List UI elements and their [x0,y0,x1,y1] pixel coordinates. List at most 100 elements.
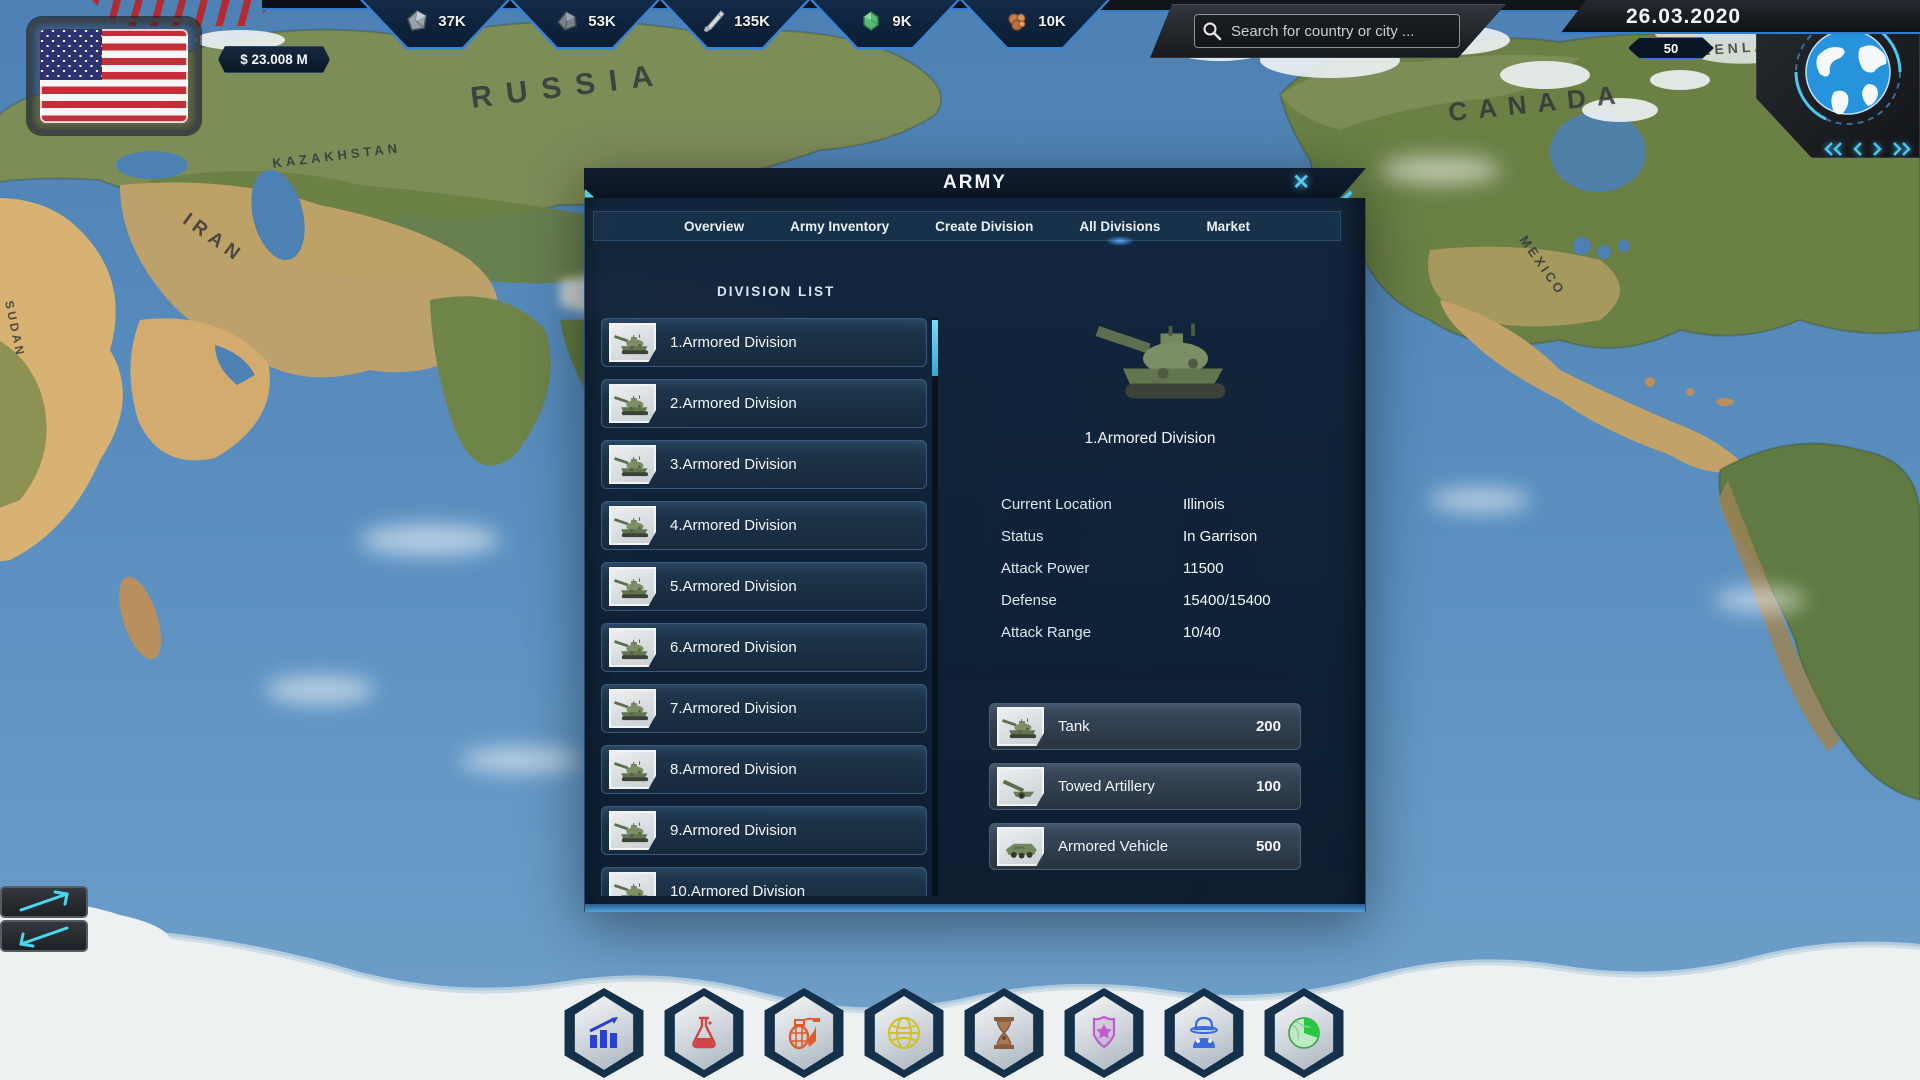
money-badge[interactable]: $ 23.008 M [218,46,330,73]
stat-row: Defense 15400/15400 [1001,592,1341,609]
division-list-item[interactable]: 3.Armored Division [601,440,927,489]
resource-missiles[interactable]: 135K [660,0,810,50]
division-item-label: 2.Armored Division [670,395,797,412]
bar-chart-icon [582,1011,626,1055]
division-stats: Current Location Illinois Status In Garr… [1001,496,1341,656]
tab-market[interactable]: Market [1204,215,1252,238]
division-item-label: 4.Armored Division [670,517,797,534]
zoom-out-button[interactable] [0,920,88,952]
division-unit-list: Tank 200 Towed Artillery 100 Armored Veh… [989,703,1301,883]
resource-emerald[interactable]: 9K [810,0,960,50]
tank-icon [609,628,656,667]
towed-artillery-icon [997,767,1044,806]
stat-value: Illinois [1183,496,1225,513]
resource-copper[interactable]: 10K [960,0,1110,50]
spy-hat-icon [1182,1011,1226,1055]
forward-button[interactable] [1871,141,1884,157]
division-item-label: 1.Armored Division [670,334,797,351]
division-list-item[interactable]: 6.Armored Division [601,623,927,672]
division-item-label: 7.Armored Division [670,700,797,717]
army-window-body: Overview Army Inventory Create Division … [584,198,1366,912]
unit-row-tank[interactable]: Tank 200 [989,703,1301,750]
stat-label: Defense [1001,592,1183,609]
zoom-in-button[interactable] [0,886,88,918]
achievements-button[interactable] [1062,988,1146,1078]
fast-forward-button[interactable] [1891,141,1913,157]
military-production-button[interactable] [762,988,846,1078]
division-item-label: 8.Armored Division [670,761,797,778]
search-input[interactable] [1194,14,1460,48]
division-detail-name: 1.Armored Division [945,430,1355,448]
division-list-item[interactable]: 10.Armored Division [601,867,927,896]
stat-value: In Garrison [1183,528,1257,545]
active-tab-indicator [1105,236,1135,246]
division-list-item[interactable]: 5.Armored Division [601,562,927,611]
unit-name: Towed Artillery [1058,778,1256,795]
tab-all-divisions[interactable]: All Divisions [1077,215,1162,238]
division-item-label: 6.Armored Division [670,639,797,656]
map-zoom-controls [0,886,88,952]
division-item-label: 5.Armored Division [670,578,797,595]
division-list-item[interactable]: 4.Armored Division [601,501,927,550]
unit-row-armored-vehicle[interactable]: Armored Vehicle 500 [989,823,1301,870]
resource-iron[interactable]: 37K [360,0,510,50]
hourglass-icon [982,1011,1026,1055]
tank-icon [609,689,656,728]
armored-vehicle-icon [997,827,1044,866]
division-list-item[interactable]: 9.Armored Division [601,806,927,855]
stat-label: Status [1001,528,1183,545]
unit-count: 500 [1256,838,1281,855]
steel-ore-icon [554,8,580,34]
unit-row-towed-artillery[interactable]: Towed Artillery 100 [989,763,1301,810]
tank-icon [609,323,656,362]
statistics-button[interactable] [562,988,646,1078]
day-counter-badge: 50 [1628,37,1714,59]
division-list-item[interactable]: 2.Armored Division [601,379,927,428]
unit-name: Tank [1058,718,1256,735]
close-icon[interactable]: ✕ [1292,170,1310,195]
army-tabbar: Overview Army Inventory Create Division … [593,211,1341,241]
backward-button[interactable] [1851,141,1864,157]
flask-icon [682,1011,726,1055]
history-time-button[interactable] [962,988,1046,1078]
tank-icon [609,506,656,545]
stat-row: Current Location Illinois [1001,496,1341,513]
unit-name: Armored Vehicle [1058,838,1256,855]
fast-backward-button[interactable] [1822,141,1844,157]
unit-count: 200 [1256,718,1281,735]
player-flag-frame[interactable] [28,18,200,134]
stat-row: Attack Power 11500 [1001,560,1341,577]
stat-label: Attack Power [1001,560,1183,577]
division-list-item[interactable]: 7.Armored Division [601,684,927,733]
tank-icon [609,445,656,484]
tank-icon [609,750,656,789]
world-diplomacy-button[interactable] [862,988,946,1078]
game-date: 26.03.2020 [1626,5,1741,29]
tab-overview[interactable]: Overview [682,215,746,238]
research-button[interactable] [662,988,746,1078]
tab-create-division[interactable]: Create Division [933,215,1035,238]
resource-steel-value: 53K [588,13,616,30]
iron-ore-icon [404,8,430,34]
scrollbar-thumb[interactable] [932,320,938,376]
army-window-title: ARMY [584,168,1366,198]
division-item-label: 10.Armored Division [670,883,805,896]
stat-value: 11500 [1183,560,1224,577]
tank-icon [609,384,656,423]
resource-steel[interactable]: 53K [510,0,660,50]
tank-icon [609,567,656,606]
stat-row: Attack Range 10/40 [1001,624,1341,641]
division-list-header: DIVISION LIST [717,284,835,299]
division-item-label: 9.Armored Division [670,822,797,839]
espionage-button[interactable] [1162,988,1246,1078]
division-list-item[interactable]: 8.Armored Division [601,745,927,794]
division-list-item[interactable]: 1.Armored Division [601,318,927,367]
division-list-scrollbar[interactable] [932,318,938,896]
economy-overview-button[interactable] [1262,988,1346,1078]
tab-army-inventory[interactable]: Army Inventory [788,215,891,238]
tank-icon [609,872,656,896]
game-screen: GREENLAND RUSSIA CANADA KAZAKHSTAN IRAN … [0,0,1920,1080]
pie-chart-icon [1282,1011,1326,1055]
globe-icon [882,1011,926,1055]
us-flag [40,29,188,123]
